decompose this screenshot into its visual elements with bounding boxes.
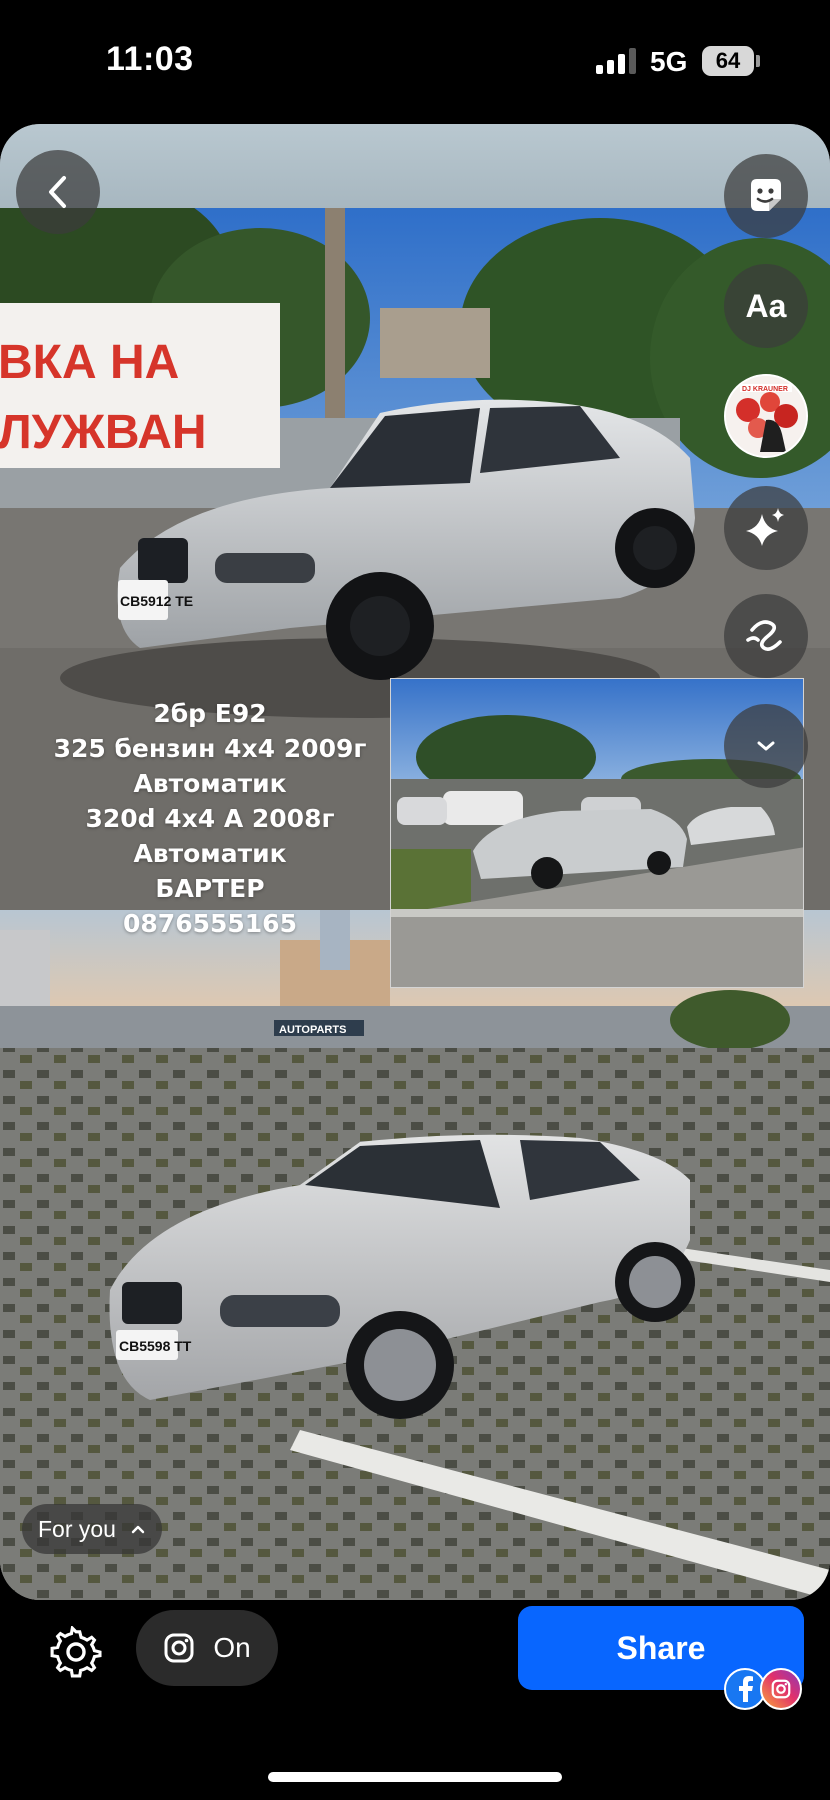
instagram-share-toggle[interactable]: On bbox=[136, 1610, 278, 1686]
squiggle-icon bbox=[746, 620, 782, 651]
instagram-icon bbox=[164, 1633, 194, 1663]
more-tools-button[interactable] bbox=[724, 704, 808, 788]
music-sticker-label: DJ KRAUNER bbox=[742, 386, 788, 393]
network-type: 5G bbox=[650, 46, 688, 77]
audience-selector[interactable]: For you bbox=[22, 1504, 162, 1554]
license-plate-2: CB5598 TT bbox=[119, 1338, 192, 1354]
music-sticker-button[interactable]: DJ KRAUNER bbox=[724, 374, 808, 458]
license-plate-1: CB5912 TE bbox=[120, 593, 193, 609]
music-sticker-thumbnail: DJ KRAUNER bbox=[726, 376, 806, 456]
shop-sign: AUTOPARTS bbox=[279, 1024, 346, 1036]
story-background-top bbox=[0, 124, 830, 208]
status-bar: 11:03 5G 64 bbox=[0, 0, 830, 120]
instagram-share-target-icon bbox=[760, 1668, 802, 1710]
text-tool-label: Aa bbox=[745, 287, 787, 324]
chevron-down-icon bbox=[757, 741, 775, 751]
chevron-up-icon bbox=[131, 1525, 145, 1534]
caption-line: 325 бензин 4х4 2009г bbox=[53, 734, 367, 763]
share-label: Share bbox=[616, 1629, 706, 1666]
caption-line: Автоматик bbox=[133, 839, 287, 868]
status-time: 11:03 bbox=[106, 40, 194, 78]
battery-cap bbox=[756, 55, 760, 67]
caption-phone: 0876555165 bbox=[123, 909, 297, 938]
banner-text-line2: ЛУЖВАН bbox=[0, 406, 207, 459]
sticker-button[interactable] bbox=[724, 154, 808, 238]
signal-strength-icon bbox=[596, 48, 638, 74]
home-indicator[interactable] bbox=[268, 1772, 562, 1782]
caption-line: БАРТЕР bbox=[155, 874, 265, 903]
caption-line: Автоматик bbox=[133, 769, 287, 798]
instagram-toggle-label: On bbox=[213, 1632, 251, 1663]
story-caption[interactable]: 2бр Е92 325 бензин 4х4 2009г Автоматик 3… bbox=[32, 696, 388, 941]
back-button[interactable] bbox=[16, 150, 100, 234]
effects-button[interactable] bbox=[724, 486, 808, 570]
banner-text-line1: ВКА НА bbox=[0, 336, 179, 389]
text-tool-button[interactable]: Aa bbox=[724, 264, 808, 348]
sticker-icon bbox=[751, 179, 781, 211]
gear-icon bbox=[50, 1626, 102, 1678]
sparkle-icon bbox=[746, 508, 784, 546]
caption-line: 320d 4х4 А 2008г bbox=[85, 804, 335, 833]
story-photo-2[interactable]: AUTOPARTS CB5598 TT bbox=[0, 910, 830, 1600]
draw-button[interactable] bbox=[724, 594, 808, 678]
battery-indicator: 64 bbox=[702, 46, 754, 76]
audience-label: For you bbox=[38, 1515, 116, 1542]
chevron-left-icon bbox=[49, 176, 66, 208]
story-canvas[interactable]: ВКА НА ЛУЖВАН CB5912 TE AUTOPARTS CB5598… bbox=[0, 124, 830, 1600]
settings-button[interactable] bbox=[46, 1622, 106, 1682]
caption-line: 2бр Е92 bbox=[153, 699, 267, 728]
